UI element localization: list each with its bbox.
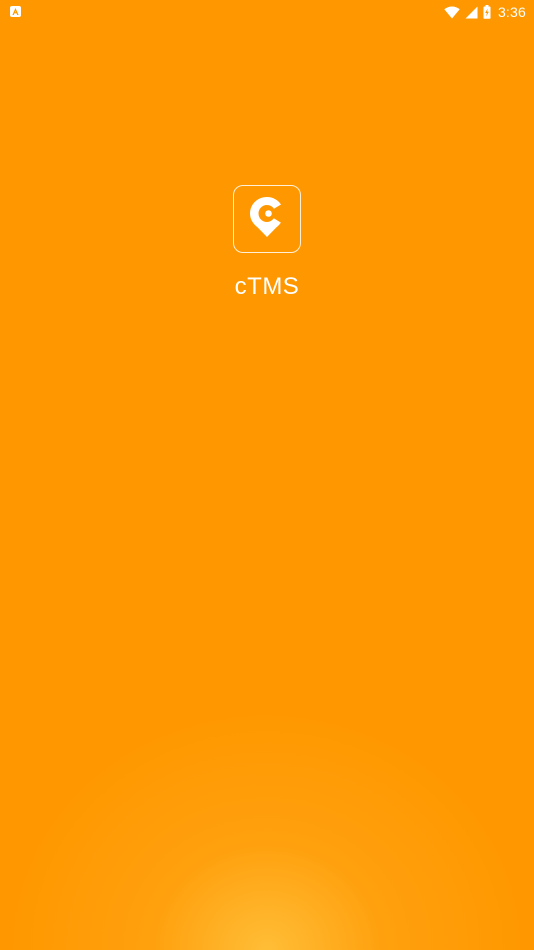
splash-content: cTMS [0, 185, 534, 301]
splash-screen: 3:36 cTMS [0, 0, 534, 950]
app-logo [233, 185, 301, 253]
cellular-signal-icon [465, 6, 478, 19]
location-pin-c-icon [247, 195, 287, 244]
wifi-icon [444, 5, 460, 19]
status-time: 3:36 [497, 4, 526, 20]
status-bar: 3:36 [0, 0, 534, 24]
notification-a-icon [10, 6, 21, 17]
status-icons: 3:36 [444, 3, 526, 21]
app-name: cTMS [234, 273, 300, 300]
battery-icon [483, 5, 491, 19]
